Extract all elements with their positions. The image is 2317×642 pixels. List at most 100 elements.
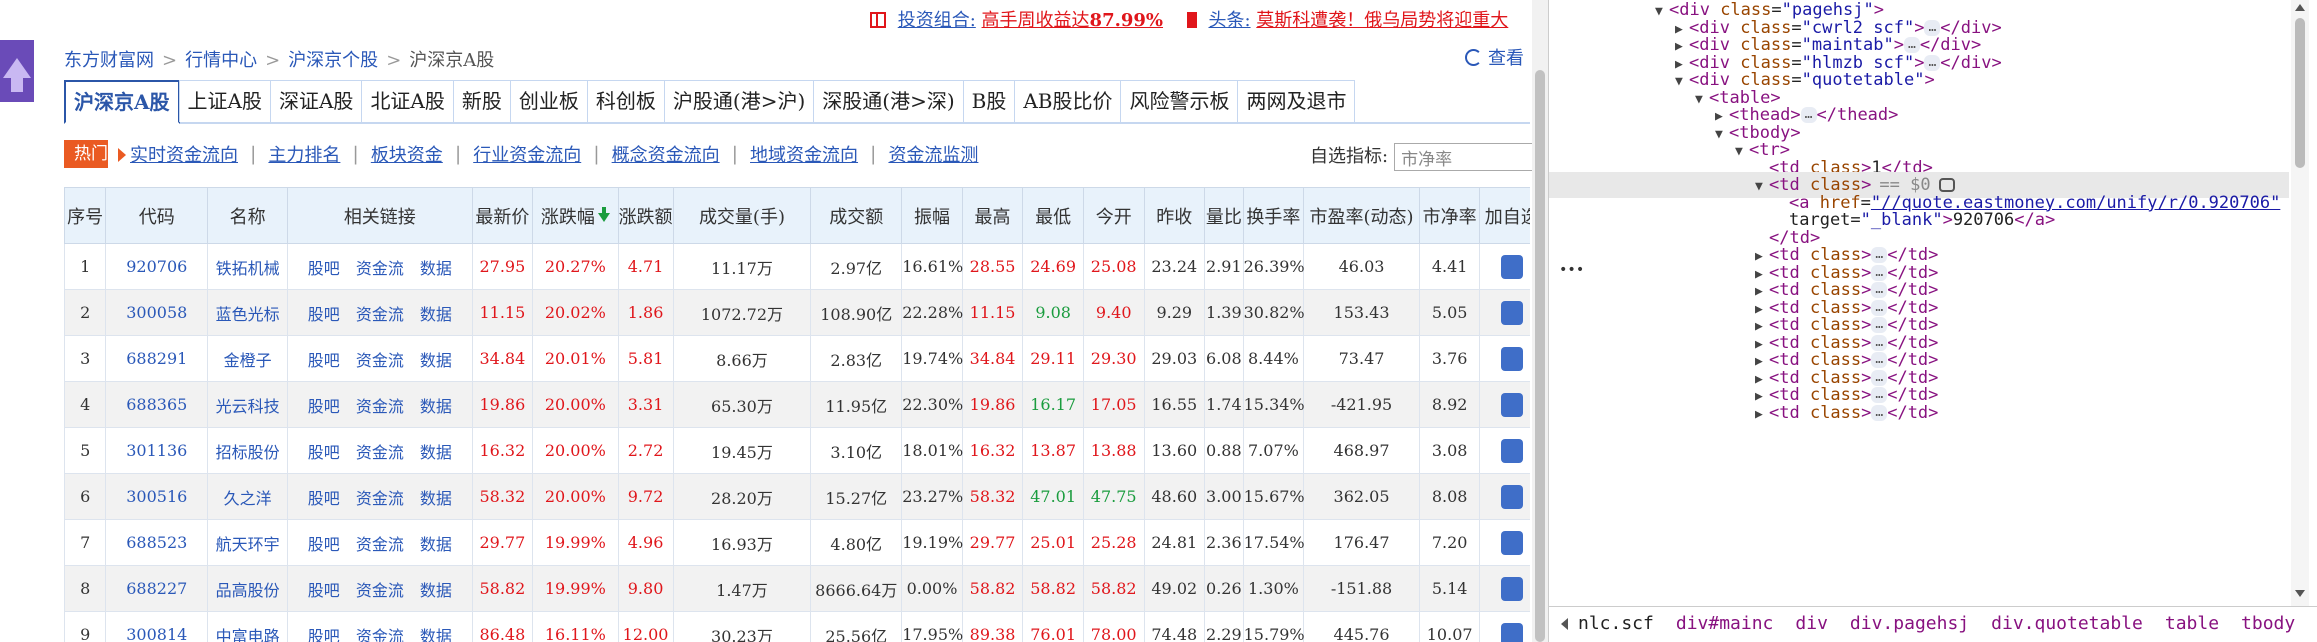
stock-name-link[interactable]: 铁拓机械 [207,243,289,290]
hot-link-4[interactable]: 概念资金流向 [612,141,720,167]
tab-4[interactable]: 新股 [452,80,511,122]
fund-flow-link[interactable]: 资金流 [356,535,404,554]
data-link[interactable]: 数据 [420,489,452,508]
fund-flow-link[interactable]: 资金流 [356,489,404,508]
tab-11[interactable]: 风险警示板 [1120,80,1239,122]
hot-link-3[interactable]: 行业资金流向 [473,141,581,167]
hot-link-5[interactable]: 地域资金流向 [750,141,858,167]
tab-3[interactable]: 北证A股 [361,80,454,122]
tab-1[interactable]: 上证A股 [178,80,271,122]
guba-link[interactable]: 股吧 [308,489,340,508]
column-header-5[interactable]: 涨跌幅 [532,187,619,244]
dom-node[interactable]: ▶ <td class>… </td> [1549,400,1938,426]
scroll-down-icon[interactable] [2295,590,2305,597]
column-header-4[interactable]: 最新价 [471,187,534,244]
devtools-scrollbar[interactable] [2291,0,2309,606]
stock-name-link[interactable]: 久之洋 [207,473,289,520]
tab-12[interactable]: 两网及退市 [1237,80,1356,122]
tab-2[interactable]: 深证A股 [269,80,363,122]
guba-link[interactable]: 股吧 [308,259,340,278]
column-header-9[interactable]: 振幅 [901,187,963,244]
portfolio-link[interactable]: 投资组合: [898,10,976,31]
hot-link-6[interactable]: 资金流监测 [888,141,978,167]
add-favorite-button[interactable] [1500,622,1523,642]
guba-link[interactable]: 股吧 [308,443,340,462]
page-scrollbar-thumb[interactable] [1535,70,1545,642]
fund-flow-link[interactable]: 资金流 [356,627,404,642]
fund-flow-link[interactable]: 资金流 [356,443,404,462]
back-to-top-button[interactable] [0,40,34,102]
guba-link[interactable]: 股吧 [308,581,340,600]
hot-link-0[interactable]: 实时资金流向 [130,141,238,167]
collapsed-children-ellipsis[interactable]: … [1871,404,1888,421]
column-header-15[interactable]: 换手率 [1242,187,1305,244]
add-favorite-button[interactable] [1500,300,1523,325]
devtools-crumb-div[interactable]: div [1795,613,1828,634]
tab-9[interactable]: B股 [962,80,1016,122]
column-header-10[interactable]: 最高 [961,187,1024,244]
add-favorite-button[interactable] [1500,576,1523,601]
devtools-crumb-nlc-scf[interactable]: nlc.scf [1578,613,1654,634]
hot-link-2[interactable]: 板块资金 [371,141,443,167]
devtools-crumb-div-mainc[interactable]: div#mainc [1676,613,1774,634]
tab-8[interactable]: 深股通(港>深) [813,80,964,122]
devtools-scrollbar-thumb[interactable] [2295,18,2305,168]
sort-desc-icon[interactable] [597,207,610,222]
data-link[interactable]: 数据 [420,535,452,554]
stock-name-link[interactable]: 金橙子 [207,335,289,382]
column-header-17[interactable]: 市净率 [1418,187,1481,244]
tab-10[interactable]: AB股比价 [1014,80,1122,122]
crumbs-scroll-left-icon[interactable] [1561,618,1568,630]
column-header-7[interactable]: 成交量(手) [672,187,812,244]
breadcrumb-home[interactable]: 东方财富网 [64,50,154,71]
add-favorite-button[interactable] [1500,254,1523,279]
breadcrumb-market-center[interactable]: 行情中心 [185,50,257,71]
column-header-13[interactable]: 昨收 [1143,187,1206,244]
stock-code-link[interactable]: 688227 [105,565,209,612]
page-scrollbar[interactable] [1532,0,1548,642]
hot-link-1[interactable]: 主力排名 [268,141,340,167]
stock-name-link[interactable]: 品高股份 [207,565,289,612]
guba-link[interactable]: 股吧 [308,351,340,370]
add-favorite-button[interactable] [1500,392,1523,417]
data-link[interactable]: 数据 [420,397,452,416]
stock-name-link[interactable]: 蓝色光标 [207,289,289,336]
stock-name-link[interactable]: 招标股份 [207,427,289,474]
stock-code-link[interactable]: 920706 [105,243,209,290]
selected-node-actions-icon[interactable]: ••• [1559,262,1584,278]
stock-code-link[interactable]: 688365 [105,381,209,428]
column-header-18[interactable]: 加自选 [1479,187,1530,244]
stock-name-link[interactable]: 中富电路 [207,611,289,642]
refresh-view-button[interactable]: 查看 [1465,44,1524,70]
data-link[interactable]: 数据 [420,443,452,462]
column-header-1[interactable]: 代码 [105,187,209,244]
stock-code-link[interactable]: 301136 [105,427,209,474]
add-favorite-button[interactable] [1500,530,1523,555]
add-favorite-button[interactable] [1500,438,1523,463]
stock-code-link[interactable]: 300516 [105,473,209,520]
scroll-up-icon[interactable] [2295,4,2305,11]
guba-link[interactable]: 股吧 [308,305,340,324]
tab-6[interactable]: 科创板 [586,80,665,122]
guba-link[interactable]: 股吧 [308,535,340,554]
stock-code-link[interactable]: 300814 [105,611,209,642]
column-header-6[interactable]: 涨跌额 [617,187,674,244]
headline-link[interactable]: 莫斯科遭袭！俄乌局势将迎重大 [1256,10,1508,31]
fund-flow-link[interactable]: 资金流 [356,351,404,370]
headline-label-link[interactable]: 头条: [1208,10,1250,31]
column-header-12[interactable]: 今开 [1082,187,1145,244]
add-favorite-button[interactable] [1500,484,1523,509]
stock-code-link[interactable]: 688523 [105,519,209,566]
stock-name-link[interactable]: 光云科技 [207,381,289,428]
data-link[interactable]: 数据 [420,581,452,600]
guba-link[interactable]: 股吧 [308,397,340,416]
data-link[interactable]: 数据 [420,351,452,370]
tab-5[interactable]: 创业板 [509,80,588,122]
portfolio-headline-link[interactable]: 高手周收益达87.99% [982,10,1163,31]
data-link[interactable]: 数据 [420,627,452,642]
breadcrumb-stocks[interactable]: 沪深京个股 [288,50,378,71]
fund-flow-link[interactable]: 资金流 [356,305,404,324]
devtools-crumb-div-quotetable[interactable]: div.quotetable [1991,613,2143,634]
fund-flow-link[interactable]: 资金流 [356,581,404,600]
stock-code-link[interactable]: 688291 [105,335,209,382]
